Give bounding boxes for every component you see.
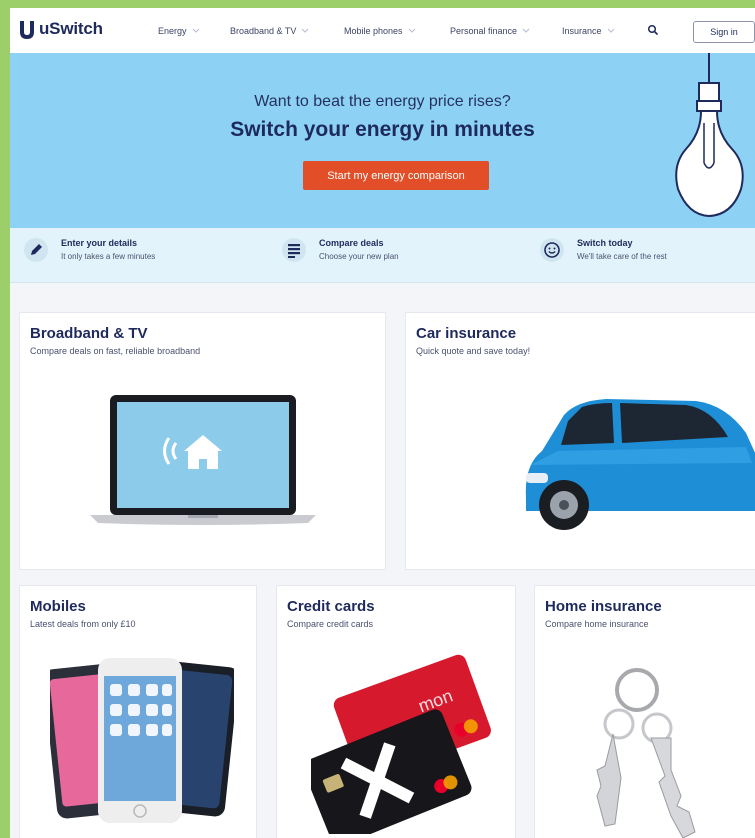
search-icon[interactable] [647, 24, 659, 36]
step-title: Switch today [577, 238, 633, 248]
pencil-icon [24, 238, 48, 262]
car-insurance-card[interactable]: Car insurance Quick quote and save today… [405, 312, 755, 570]
card-title: Mobiles [30, 598, 86, 615]
step-enter-details: Enter your details It only takes a few m… [24, 238, 155, 262]
card-title: Credit cards [287, 598, 375, 615]
car-image [525, 399, 755, 530]
mobiles-card[interactable]: Mobiles Latest deals from only £10 [19, 585, 257, 838]
card-description: Quick quote and save today! [416, 346, 531, 356]
nav-label: Insurance [562, 26, 602, 36]
nav-insurance[interactable]: Insurance [562, 26, 616, 36]
card-title: Home insurance [545, 598, 662, 615]
laptop-image [90, 395, 316, 525]
credit-cards-card[interactable]: Credit cards Compare credit cards mon [276, 585, 516, 838]
card-description: Latest deals from only £10 [30, 619, 136, 629]
lightbulb-illustration [675, 53, 744, 218]
nav-label: Mobile phones [344, 26, 403, 36]
sign-in-button[interactable]: Sign in [693, 21, 755, 43]
nav-mobile-phones[interactable]: Mobile phones [344, 26, 417, 36]
uswitch-logo[interactable]: uSwitch [19, 19, 103, 39]
energy-hero-banner: Want to beat the energy price rises? Swi… [10, 53, 755, 228]
step-description: It only takes a few minutes [61, 252, 156, 261]
card-description: Compare home insurance [545, 619, 649, 629]
step-description: We'll take care of the rest [577, 252, 667, 261]
step-compare-deals: Compare deals Choose your new plan [282, 238, 399, 262]
hero-title: Switch your energy in minutes [230, 118, 535, 141]
smiley-icon [540, 238, 564, 262]
card-description: Compare deals on fast, reliable broadban… [30, 346, 201, 356]
step-title: Enter your details [61, 238, 138, 248]
list-icon [282, 238, 306, 262]
uswitch-logo-mark [20, 21, 34, 39]
nav-energy[interactable]: Energy [158, 26, 201, 36]
logo-text: uSwitch [39, 19, 103, 38]
broadband-tv-card[interactable]: Broadband & TV Compare deals on fast, re… [19, 312, 386, 570]
chevron-down-icon [192, 28, 199, 33]
nav-label: Energy [158, 26, 187, 36]
how-it-works-strip: Enter your details It only takes a few m… [10, 228, 755, 283]
chevron-down-icon [302, 28, 309, 33]
step-switch-today: Switch today We'll take care of the rest [540, 238, 667, 262]
step-title: Compare deals [319, 238, 384, 248]
phones-image [50, 658, 234, 823]
nav-personal-finance[interactable]: Personal finance [450, 26, 531, 36]
card-description: Compare credit cards [287, 619, 374, 629]
keys-image [596, 668, 696, 838]
chevron-down-icon [408, 28, 415, 33]
nav-label: Personal finance [450, 26, 518, 36]
chevron-down-icon [522, 28, 530, 33]
start-energy-comparison-button[interactable]: Start my energy comparison [303, 161, 489, 190]
top-navigation-bar: uSwitch Energy Broadband & TV Mobile pho… [10, 8, 755, 54]
card-title: Broadband & TV [30, 325, 148, 342]
nav-label: Broadband & TV [230, 26, 297, 36]
hero-subtitle: Want to beat the energy price rises? [254, 93, 511, 110]
chevron-down-icon [607, 28, 614, 33]
nav-broadband-tv[interactable]: Broadband & TV [230, 26, 310, 36]
card-title: Car insurance [416, 325, 517, 342]
page-frame: uSwitch Energy Broadband & TV Mobile pho… [10, 8, 755, 838]
credit-cards-image: mon [311, 654, 491, 834]
step-description: Choose your new plan [319, 252, 399, 261]
home-insurance-card[interactable]: Home insurance Compare home insurance [534, 585, 755, 838]
